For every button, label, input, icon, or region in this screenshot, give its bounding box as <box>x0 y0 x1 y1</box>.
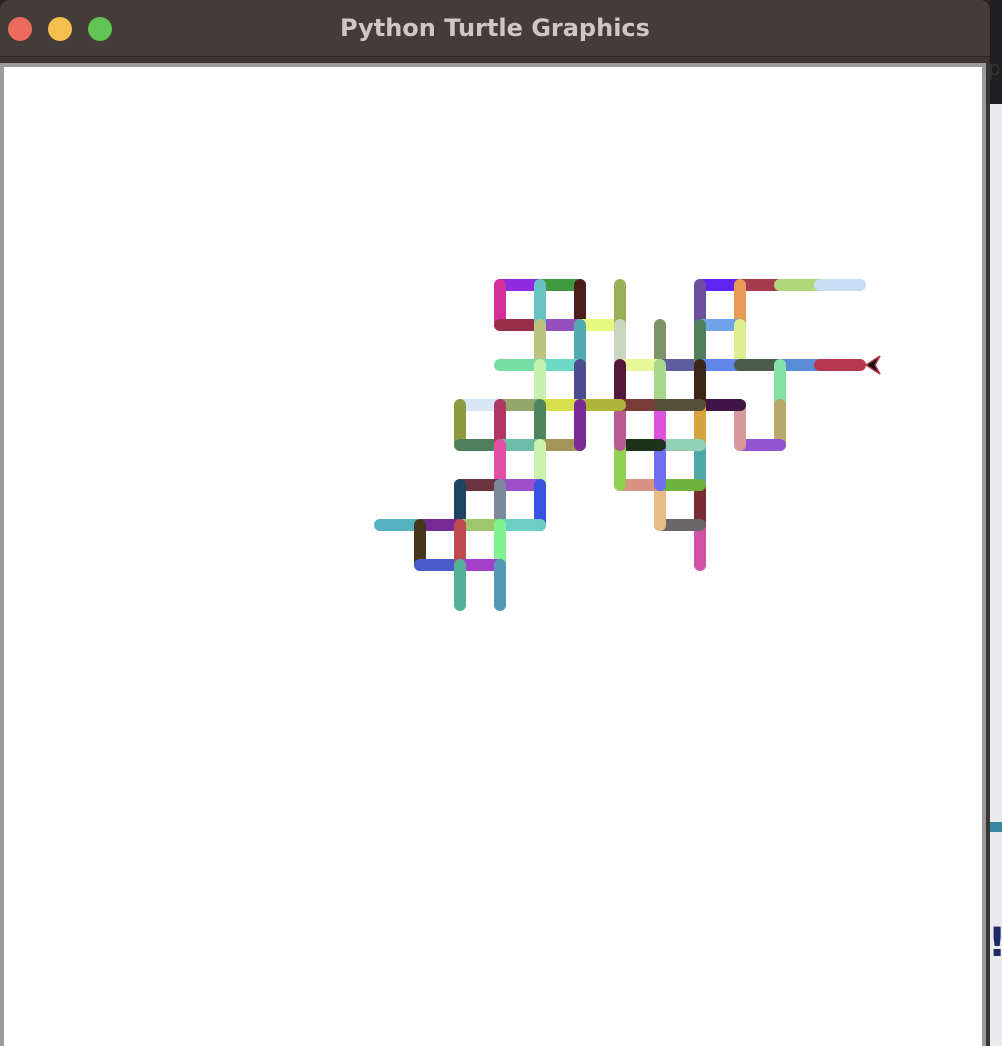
classic-arrow-icon <box>864 355 881 375</box>
background-window-glyph: ! <box>988 920 1002 966</box>
background-window-dark-area <box>990 0 1002 104</box>
turtle-canvas[interactable] <box>4 67 982 1046</box>
turtle-drawing <box>374 279 881 611</box>
turtle-window: Python Turtle Graphics <box>0 0 990 1046</box>
background-window-edge: pi ! <box>988 0 1002 1046</box>
background-window-band <box>990 822 1002 832</box>
canvas-frame <box>0 63 986 1046</box>
window-title: Python Turtle Graphics <box>340 14 650 42</box>
title-bar[interactable]: Python Turtle Graphics <box>0 0 990 57</box>
background-window-text-fragment: pi <box>988 56 1002 80</box>
